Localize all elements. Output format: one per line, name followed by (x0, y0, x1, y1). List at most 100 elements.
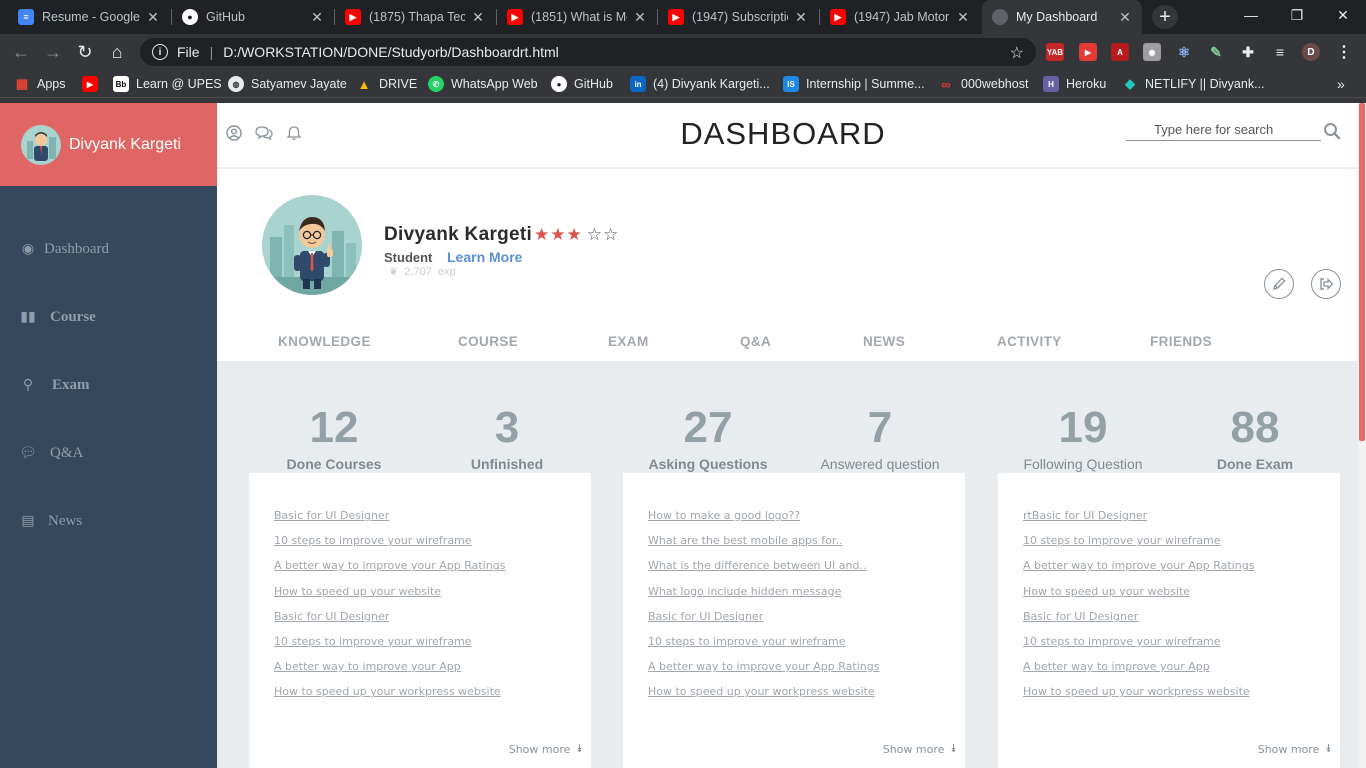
bookmark-github[interactable]: ● GitHub (551, 75, 613, 93)
puzzle-icon[interactable]: ✚ (1239, 43, 1257, 61)
home-button[interactable]: ⌂ (104, 39, 130, 65)
maximize-button[interactable]: ❐ (1274, 0, 1320, 30)
sidebar-item-dashboard[interactable]: ◉ Dashboard (20, 241, 109, 258)
extension-pdf-icon[interactable]: A (1111, 43, 1129, 61)
list-item-link[interactable]: A better way to improve your App Ratings (274, 553, 505, 578)
youtube-icon: ▶ (82, 76, 98, 92)
minimize-button[interactable]: — (1228, 0, 1274, 30)
forward-button[interactable]: → (40, 39, 66, 65)
close-icon[interactable]: ✕ (1118, 9, 1132, 26)
back-button[interactable]: ← (8, 39, 34, 65)
close-icon[interactable]: ✕ (471, 9, 485, 26)
bookmark-youtube[interactable]: ▶ (82, 75, 105, 93)
list-item-link[interactable]: 10 steps to improve your wireframe (1023, 528, 1254, 553)
reload-button[interactable]: ↻ (72, 39, 98, 65)
list-item-link[interactable]: A better way to improve your App (1023, 654, 1254, 679)
list-item-link[interactable]: A better way to improve your App Ratings (1023, 553, 1254, 578)
page-scrollbar[interactable] (1358, 103, 1366, 768)
list-item-link[interactable]: Basic for UI Designer (648, 604, 879, 629)
browser-tab[interactable]: ≡ Resume - Google ✕ (8, 0, 170, 34)
scrollbar-thumb[interactable] (1359, 103, 1365, 441)
search-icon[interactable] (1323, 122, 1341, 140)
address-bar[interactable]: i File | D:/WORKSTATION/DONE/Studyorb/Da… (140, 38, 1036, 66)
list-item-link[interactable]: How to speed up your workpress website (274, 679, 505, 704)
tab-course[interactable]: COURSE (458, 334, 518, 349)
close-icon[interactable]: ✕ (956, 9, 970, 26)
close-icon[interactable]: ✕ (146, 9, 160, 26)
extension-camera-icon[interactable]: ◉ (1143, 43, 1161, 61)
sidebar-item-exam[interactable]: ⚲ Exam (20, 377, 90, 394)
bookmark-internshala[interactable]: IS Internship | Summe... (783, 75, 925, 93)
tab-qa[interactable]: Q&A (740, 334, 771, 349)
search-input[interactable] (1126, 122, 1306, 137)
list-item-link[interactable]: 10 steps to improve your wireframe (648, 629, 879, 654)
list-item-link[interactable]: 10 steps to improve your wireframe (1023, 629, 1254, 654)
list-item-link[interactable]: A better way to improve your App (274, 654, 505, 679)
bookmark-drive[interactable]: ▲ DRIVE (356, 75, 418, 93)
learn-more-link[interactable]: Learn More (447, 249, 522, 265)
bookmark-heroku[interactable]: H Heroku (1043, 75, 1106, 93)
bookmark-apps[interactable]: ▦ Apps (14, 75, 66, 93)
extension-yab-icon[interactable]: YAB (1046, 43, 1064, 61)
close-icon[interactable]: ✕ (633, 9, 647, 26)
profile-avatar[interactable]: D (1302, 43, 1320, 61)
tab-knowledge[interactable]: KNOWLEDGE (278, 334, 371, 349)
bookmark-star-icon[interactable]: ☆ (1010, 43, 1024, 63)
close-icon[interactable]: ✕ (794, 9, 808, 26)
browser-tab[interactable]: ▶ (1947) Subscriptio ✕ (658, 0, 818, 34)
sidebar-item-news[interactable]: ▤ News (20, 513, 82, 530)
avatar[interactable] (262, 195, 362, 295)
list-item-link[interactable]: What is the difference between UI and.. (648, 553, 879, 578)
bookmarks-overflow-icon[interactable]: » (1337, 75, 1345, 93)
extension-react-icon[interactable]: ⚛ (1175, 43, 1193, 61)
menu-icon[interactable]: ⋮ (1335, 43, 1353, 61)
tab-exam[interactable]: EXAM (608, 334, 649, 349)
extension-pen-icon[interactable]: ✎ (1207, 43, 1225, 61)
bookmark-linkedin[interactable]: in (4) Divyank Kargeti... (630, 75, 770, 93)
show-more-button[interactable]: Show more ⯯ (509, 742, 583, 756)
browser-tab[interactable]: ▶ (1875) Thapa Tech ✕ (335, 0, 495, 34)
bookmark-learn-upes[interactable]: Bb Learn @ UPES (113, 75, 222, 93)
bookmark-000webhost[interactable]: ∞ 000webhost (938, 75, 1028, 93)
list-item-link[interactable]: rtBasic for UI Designer (1023, 503, 1254, 528)
list-item-link[interactable]: Basic for UI Designer (1023, 604, 1254, 629)
edit-button[interactable] (1264, 269, 1294, 299)
browser-tab[interactable]: ▶ (1851) What is Mo ✕ (497, 0, 657, 34)
browser-tab[interactable]: ▶ (1947) Jab Motorh ✕ (820, 0, 980, 34)
info-icon[interactable]: i (152, 44, 168, 60)
list-item-link[interactable]: Basic for UI Designer (274, 503, 505, 528)
list-item-link[interactable]: How to make a good logo?? (648, 503, 879, 528)
extension-video-icon[interactable]: ▶ (1079, 43, 1097, 61)
sidebar-item-course[interactable]: ▮▮ Course (20, 309, 96, 326)
browser-tab[interactable]: ● GitHub ✕ (172, 0, 334, 34)
list-item-link[interactable]: How to speed up your workpress website (648, 679, 879, 704)
logout-button[interactable] (1311, 269, 1341, 299)
avatar[interactable] (21, 124, 61, 165)
tab-friends[interactable]: FRIENDS (1150, 334, 1212, 349)
media-control-icon[interactable]: ≡ (1271, 43, 1289, 61)
list-item-link[interactable]: 10 steps to improve your wireframe (274, 528, 505, 553)
list-item-link[interactable]: How to speed up your workpress website (1023, 679, 1254, 704)
window-close-button[interactable]: ✕ (1320, 0, 1366, 30)
sidebar-item-qa[interactable]: 💬︎ Q&A (19, 445, 83, 462)
list-item-link[interactable]: A better way to improve your App Ratings (648, 654, 879, 679)
close-icon[interactable]: ✕ (310, 9, 324, 26)
bookmark-netlify[interactable]: ◆ NETLIFY || Divyank... (1122, 75, 1265, 93)
list-item-link[interactable]: 10 steps to improve your wireframe (274, 629, 505, 654)
double-chevron-down-icon: ⯯ (576, 742, 583, 755)
show-more-button[interactable]: Show more ⯯ (883, 742, 957, 756)
list-item-link[interactable]: What logo include hidden message (648, 579, 879, 604)
list-item-link[interactable]: What are the best mobile apps for.. (648, 528, 879, 553)
sidebar-header: Divyank Kargeti (0, 103, 217, 186)
list-item-link[interactable]: Basic for UI Designer (274, 604, 505, 629)
new-tab-button[interactable]: + (1152, 5, 1178, 29)
bookmark-satyamev-jayate[interactable]: ◍ Satyamev Jayate (228, 75, 347, 93)
tab-activity[interactable]: ACTIVITY (997, 334, 1062, 349)
list-item-link[interactable]: How to speed up your website (274, 579, 505, 604)
tab-news[interactable]: NEWS (863, 334, 905, 349)
browser-tab-active[interactable]: My Dashboard ✕ (982, 0, 1142, 34)
bookmark-whatsapp[interactable]: ✆ WhatsApp Web (428, 75, 538, 93)
stat-value: 88 (1230, 403, 1280, 452)
list-item-link[interactable]: How to speed up your website (1023, 579, 1254, 604)
show-more-button[interactable]: Show more ⯯ (1258, 742, 1332, 756)
